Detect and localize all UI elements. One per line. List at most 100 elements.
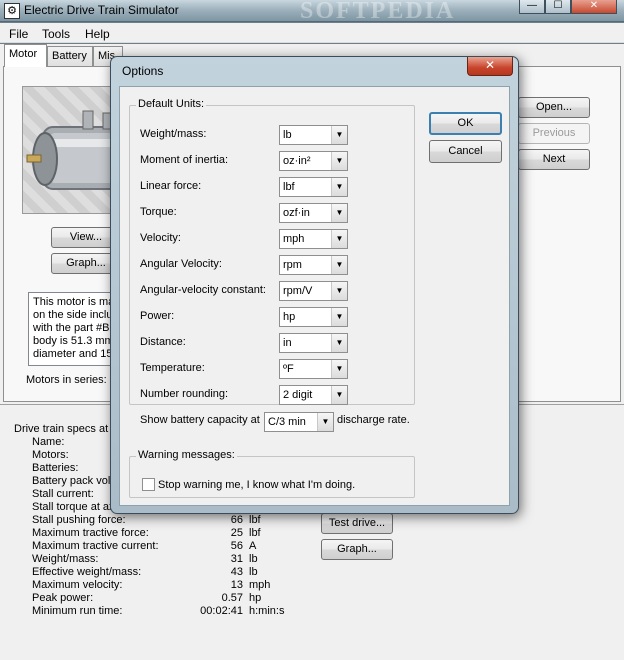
spec-value: 56 xyxy=(230,540,243,552)
menu-tools[interactable]: Tools xyxy=(42,27,70,41)
chevron-down-icon: ▼ xyxy=(331,204,347,222)
unit-label: Distance: xyxy=(140,336,186,348)
window-title: Electric Drive Train Simulator xyxy=(24,3,179,17)
spec-label: Motors: xyxy=(32,449,69,461)
unit-select-value: lbf xyxy=(283,181,295,193)
close-button[interactable]: ✕ xyxy=(571,0,617,14)
spec-value: 66 xyxy=(230,514,243,526)
default-units-group: Default Units: xyxy=(129,98,415,405)
unit-select[interactable]: 2 digit ▼ xyxy=(279,385,348,405)
spec-unit: h:min:s xyxy=(249,605,285,617)
app-icon: ⚙ xyxy=(4,3,20,19)
unit-select[interactable]: lb ▼ xyxy=(279,125,348,145)
spec-unit: lb xyxy=(249,566,258,578)
unit-select[interactable]: rpm ▼ xyxy=(279,255,348,275)
chevron-down-icon: ▼ xyxy=(331,126,347,144)
unit-select-value: hp xyxy=(283,311,296,323)
dialog-title: Options xyxy=(122,64,164,78)
unit-select[interactable]: oz·in² ▼ xyxy=(279,151,348,171)
unit-select[interactable]: in ▼ xyxy=(279,333,348,353)
chevron-down-icon: ▼ xyxy=(331,308,347,326)
chevron-down-icon: ▼ xyxy=(331,256,347,274)
minimize-button[interactable]: — xyxy=(519,0,545,14)
unit-select[interactable]: hp ▼ xyxy=(279,307,348,327)
dialog-close-button[interactable]: ✕ xyxy=(467,57,513,76)
spec-unit: mph xyxy=(249,579,271,591)
spec-label: Stall torque at ax xyxy=(32,501,115,513)
unit-label: Angular Velocity: xyxy=(140,258,222,270)
spec-unit: lbf xyxy=(249,514,261,526)
unit-select[interactable]: ºF ▼ xyxy=(279,359,348,379)
unit-select-value: ºF xyxy=(283,363,294,375)
spec-label: Minimum run time: xyxy=(32,605,123,617)
spec-unit: lb xyxy=(249,553,258,565)
spec-label: Maximum tractive force: xyxy=(32,527,149,539)
spec-unit: hp xyxy=(249,592,262,604)
spec-label: Name: xyxy=(32,436,65,448)
options-dialog: Options ✕ Default Units: Weight/mass: lb ▼… xyxy=(110,56,519,514)
spec-value: 00:02:41 xyxy=(200,605,243,617)
tab-motor[interactable]: Motor xyxy=(4,44,47,67)
unit-select-value: ozf·in xyxy=(283,207,310,219)
spec-value: 13 xyxy=(230,579,243,591)
specs-graph-button[interactable]: Graph... xyxy=(321,539,393,560)
chevron-down-icon: ▼ xyxy=(331,230,347,248)
unit-label: Linear force: xyxy=(140,180,202,192)
unit-select-value: rpm xyxy=(283,259,302,271)
default-units-caption: Default Units: xyxy=(136,98,207,110)
ok-button[interactable]: OK xyxy=(429,112,502,135)
watermark-text: SOFTPEDIA xyxy=(300,0,456,24)
cancel-button[interactable]: Cancel xyxy=(429,140,502,163)
unit-label: Velocity: xyxy=(140,232,181,244)
maximize-button[interactable]: ☐ xyxy=(545,0,571,14)
unit-select[interactable]: lbf ▼ xyxy=(279,177,348,197)
chevron-down-icon: ▼ xyxy=(331,282,347,300)
spec-label: Peak power: xyxy=(32,592,94,604)
spec-label: Battery pack volt xyxy=(32,475,114,487)
menu-file[interactable]: File xyxy=(9,27,28,41)
unit-select[interactable]: mph ▼ xyxy=(279,229,348,249)
battery-capacity-prefix: Show battery capacity at xyxy=(140,414,260,426)
spec-label: Weight/mass: xyxy=(32,553,99,565)
spec-label: Maximum velocity: xyxy=(32,579,123,591)
spec-label: Stall pushing force: xyxy=(32,514,126,526)
specs-header: Drive train specs at 1 xyxy=(14,423,118,435)
spec-value: 25 xyxy=(230,527,243,539)
open-button[interactable]: Open... xyxy=(518,97,590,118)
chevron-down-icon: ▼ xyxy=(317,413,333,431)
unit-label: Number rounding: xyxy=(140,388,229,400)
spec-unit: A xyxy=(249,540,257,552)
previous-button[interactable]: Previous xyxy=(518,123,590,144)
warning-messages-caption: Warning messages: xyxy=(136,449,237,461)
unit-select-value: in xyxy=(283,337,292,349)
tab-battery[interactable]: Battery xyxy=(47,46,93,66)
menu-help[interactable]: Help xyxy=(85,27,110,41)
spec-label: Stall current: xyxy=(32,488,94,500)
spec-value: 31 xyxy=(230,553,243,565)
unit-label: Power: xyxy=(140,310,175,322)
test-drive-button[interactable]: Test drive... xyxy=(321,513,393,534)
spec-label: Maximum tractive current: xyxy=(32,540,159,552)
unit-select-value: mph xyxy=(283,233,305,245)
unit-select[interactable]: rpm/V ▼ xyxy=(279,281,348,301)
battery-rate-select[interactable]: C/3 min ▼ xyxy=(264,412,334,432)
unit-label: Weight/mass: xyxy=(140,128,207,140)
chevron-down-icon: ▼ xyxy=(331,152,347,170)
chevron-down-icon: ▼ xyxy=(331,386,347,404)
spec-unit: lbf xyxy=(249,527,261,539)
menu-bar: File Tools Help xyxy=(0,23,624,43)
battery-rate-value: C/3 min xyxy=(268,416,306,428)
spec-value: 43 xyxy=(230,566,243,578)
spec-value: 0.57 xyxy=(221,592,243,604)
next-button[interactable]: Next xyxy=(518,149,590,170)
unit-select[interactable]: ozf·in ▼ xyxy=(279,203,348,223)
unit-label: Moment of inertia: xyxy=(140,154,229,166)
stop-warning-checkbox[interactable] xyxy=(142,478,155,491)
unit-select-value: lb xyxy=(283,129,292,141)
title-bar: ⚙ Electric Drive Train Simulator SOFTPED… xyxy=(0,0,624,24)
spec-label: Batteries: xyxy=(32,462,79,474)
battery-capacity-suffix: discharge rate. xyxy=(337,414,410,426)
stop-warning-label: Stop warning me, I know what I'm doing. xyxy=(158,479,356,491)
spec-label: Effective weight/mass: xyxy=(32,566,142,578)
chevron-down-icon: ▼ xyxy=(331,178,347,196)
